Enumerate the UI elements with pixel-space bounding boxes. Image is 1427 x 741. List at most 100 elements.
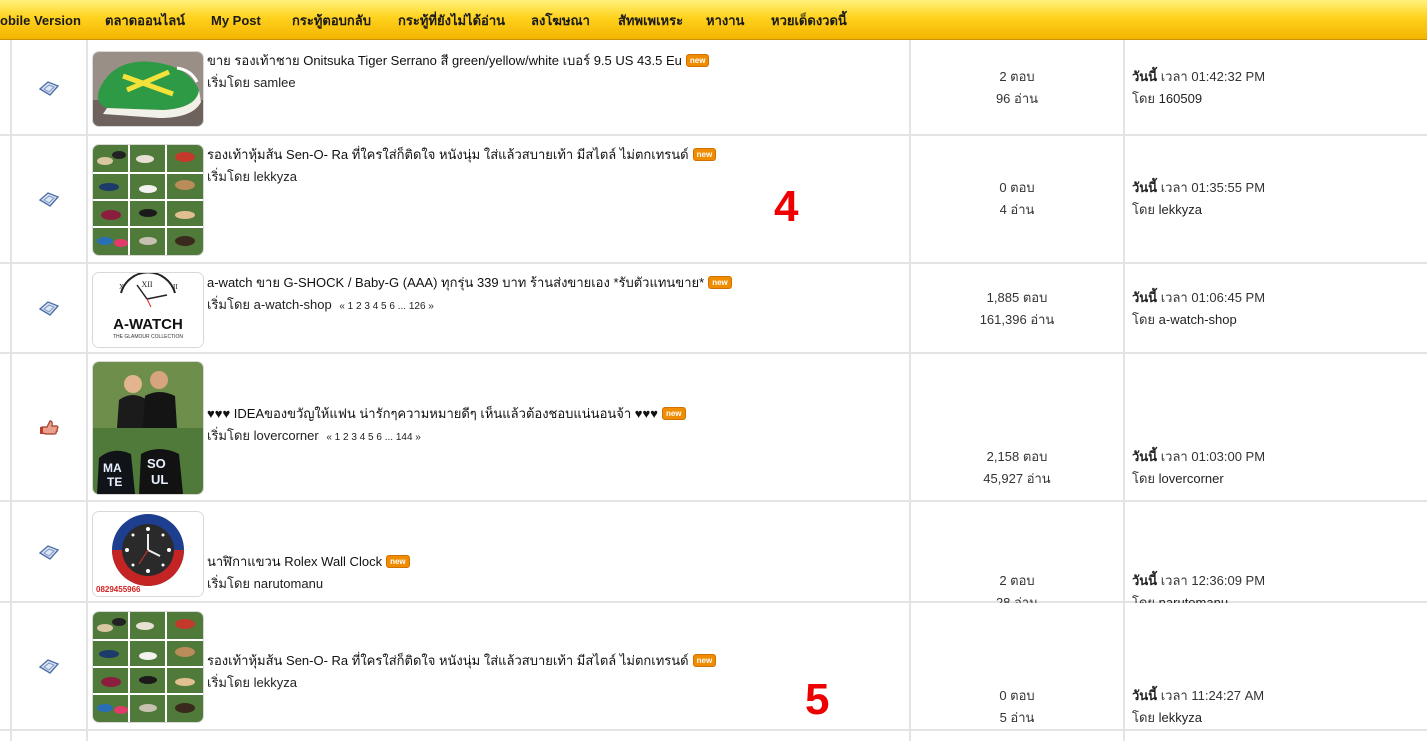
- thread-starter: เริ่มโดย lovercorner « 1 2 3 4 5 6 ... 1…: [207, 428, 421, 446]
- thread-row: 0829455966 นาฬิกาแขวน Rolex Wall Clock ne…: [0, 502, 1427, 610]
- thumbs-up-icon: [38, 419, 60, 437]
- replies-label: ตอบ: [1010, 69, 1035, 84]
- last-post-time: 01:06:45 PM: [1191, 290, 1266, 305]
- thread-thumbnail[interactable]: [92, 144, 204, 256]
- column-divider: [10, 40, 12, 134]
- replies-label: ตอบ: [1010, 688, 1035, 703]
- time-label: เวลา: [1160, 688, 1188, 703]
- thread-title-link[interactable]: นาฬิกาแขวน Rolex Wall Clock: [207, 554, 382, 569]
- by-label: โดย: [1132, 710, 1156, 725]
- thread-stats: 1,885 ตอบ 161,396 อ่าน: [912, 287, 1122, 331]
- today-label: วันนี้: [1132, 449, 1158, 464]
- column-divider: [86, 731, 88, 741]
- thread-thumbnail[interactable]: 0829455966: [92, 511, 204, 597]
- view-count: 161,396: [979, 312, 1027, 327]
- column-divider: [86, 40, 88, 134]
- starter-username[interactable]: lovercorner: [254, 428, 319, 443]
- thread-row: XII X II A-WATCH THE GLAMOUR COLLECTION …: [0, 264, 1427, 354]
- thread-thumbnail[interactable]: [92, 51, 204, 127]
- column-divider: [1123, 354, 1125, 500]
- last-post-info: วันนี้ เวลา 01:35:55 PM โดย lekkyza: [1132, 177, 1265, 221]
- nav-advertise[interactable]: ลงโฆษณา: [531, 13, 590, 29]
- starter-username[interactable]: narutomanu: [254, 576, 323, 591]
- column-divider: [1123, 136, 1125, 262]
- started-by-label: เริ่มโดย: [207, 169, 251, 184]
- nav-lottery[interactable]: หวยเด็ดงวดนี้: [771, 13, 847, 29]
- starter-username[interactable]: samlee: [254, 75, 296, 90]
- page-links[interactable]: « 1 2 3 4 5 6 ... 126 »: [339, 301, 434, 312]
- thread-title: รองเท้าหุ้มส้น Sen-O- Ra ที่ใครใส่ก็ติดใ…: [207, 653, 717, 669]
- thread-starter: เริ่มโดย lekkyza: [207, 169, 297, 185]
- column-divider: [909, 502, 911, 601]
- thread-read-icon: [38, 544, 60, 562]
- column-divider: [10, 731, 12, 741]
- last-post-time: 11:24:27 AM: [1191, 688, 1265, 703]
- column-divider: [10, 136, 12, 262]
- thread-thumbnail[interactable]: [92, 611, 204, 723]
- svg-text:TE: TE: [107, 475, 122, 489]
- thread-thumbnail[interactable]: XII X II A-WATCH THE GLAMOUR COLLECTION: [92, 272, 204, 348]
- last-post-info: วันนี้ เวลา 01:03:00 PM โดย lovercorner: [1132, 446, 1265, 490]
- column-divider: [10, 264, 12, 352]
- annotation-number: 4: [774, 182, 799, 231]
- thread-title-link[interactable]: รองเท้าหุ้มส้น Sen-O- Ra ที่ใครใส่ก็ติดใ…: [207, 147, 689, 162]
- nav-my-post[interactable]: My Post: [211, 13, 261, 29]
- new-badge: new: [692, 148, 717, 161]
- thread-title: ขาย รองเท้าชาย Onitsuka Tiger Serrano สี…: [207, 53, 710, 69]
- column-divider: [909, 40, 911, 134]
- nav-jobs[interactable]: หางาน: [706, 13, 744, 29]
- column-divider: [1123, 502, 1125, 601]
- last-post-time: 12:36:09 PM: [1191, 573, 1266, 588]
- thread-read-icon: [38, 658, 60, 676]
- starter-username[interactable]: lekkyza: [254, 169, 297, 184]
- svg-text:SO: SO: [147, 456, 166, 471]
- nav-miscellaneous[interactable]: สัทพเพเหระ: [618, 13, 683, 29]
- last-post-user[interactable]: lekkyza: [1159, 710, 1202, 725]
- views-label: อ่าน: [1010, 202, 1035, 217]
- thread-title: a-watch ขาย G-SHOCK / Baby-G (AAA) ทุกรุ…: [207, 275, 732, 291]
- thread-stats: 2 ตอบ 96 อ่าน: [912, 66, 1122, 110]
- nav-mobile-version[interactable]: obile Version: [0, 13, 81, 29]
- started-by-label: เริ่มโดย: [207, 675, 251, 690]
- last-post-time: 01:35:55 PM: [1191, 180, 1266, 195]
- starter-username[interactable]: lekkyza: [254, 675, 297, 690]
- new-badge: new: [692, 654, 717, 667]
- thread-row: MA SO UL TE ♥♥♥ IDEAของขวัญให้แฟน น่ารัก…: [0, 354, 1427, 502]
- annotation-number: 5: [805, 675, 830, 724]
- thread-title-link[interactable]: รองเท้าหุ้มส้น Sen-O- Ra ที่ใครใส่ก็ติดใ…: [207, 653, 689, 668]
- thread-title-link[interactable]: a-watch ขาย G-SHOCK / Baby-G (AAA) ทุกรุ…: [207, 275, 704, 290]
- thumb-brand-subtext: THE GLAMOUR COLLECTION: [112, 334, 183, 340]
- column-divider: [1123, 731, 1125, 741]
- thread-stats: 2,158 ตอบ 45,927 อ่าน: [912, 446, 1122, 490]
- time-label: เวลา: [1160, 69, 1188, 84]
- last-post-user[interactable]: 160509: [1159, 91, 1202, 106]
- last-post-time: 01:03:00 PM: [1191, 449, 1266, 464]
- today-label: วันนี้: [1132, 180, 1158, 195]
- last-post-user[interactable]: lekkyza: [1159, 202, 1202, 217]
- thread-title-link[interactable]: ขาย รองเท้าชาย Onitsuka Tiger Serrano สี…: [207, 53, 682, 68]
- started-by-label: เริ่มโดย: [207, 297, 251, 312]
- nav-online-market[interactable]: ตลาดออนไลน์: [105, 13, 185, 29]
- thread-read-icon: [38, 300, 60, 318]
- page-links[interactable]: « 1 2 3 4 5 6 ... 144 »: [326, 432, 421, 443]
- last-post-user[interactable]: lovercorner: [1159, 471, 1224, 486]
- view-count: 96: [995, 91, 1011, 106]
- started-by-label: เริ่มโดย: [207, 428, 251, 443]
- column-divider: [909, 731, 911, 741]
- thread-row-partial: [0, 731, 1427, 741]
- thread-read-icon: [38, 80, 60, 98]
- views-label: อ่าน: [1014, 91, 1039, 106]
- nav-replied-threads[interactable]: กระทู้ตอบกลับ: [292, 13, 371, 29]
- last-post-time: 01:42:32 PM: [1191, 69, 1266, 84]
- time-label: เวลา: [1160, 449, 1188, 464]
- replies-label: ตอบ: [1010, 180, 1035, 195]
- reply-count: 0: [999, 688, 1007, 703]
- views-label: อ่าน: [1010, 710, 1035, 725]
- nav-unread-threads[interactable]: กระทู้ที่ยังไม่ได้อ่าน: [398, 13, 505, 29]
- last-post-user[interactable]: a-watch-shop: [1159, 312, 1237, 327]
- reply-count: 2: [999, 69, 1007, 84]
- starter-username[interactable]: a-watch-shop: [254, 297, 332, 312]
- last-post-info: วันนี้ เวลา 01:06:45 PM โดย a-watch-shop: [1132, 287, 1265, 331]
- thread-title-link[interactable]: ♥♥♥ IDEAของขวัญให้แฟน น่ารักๆความหมายดีๆ…: [207, 406, 658, 421]
- thread-thumbnail[interactable]: MA SO UL TE: [92, 361, 204, 495]
